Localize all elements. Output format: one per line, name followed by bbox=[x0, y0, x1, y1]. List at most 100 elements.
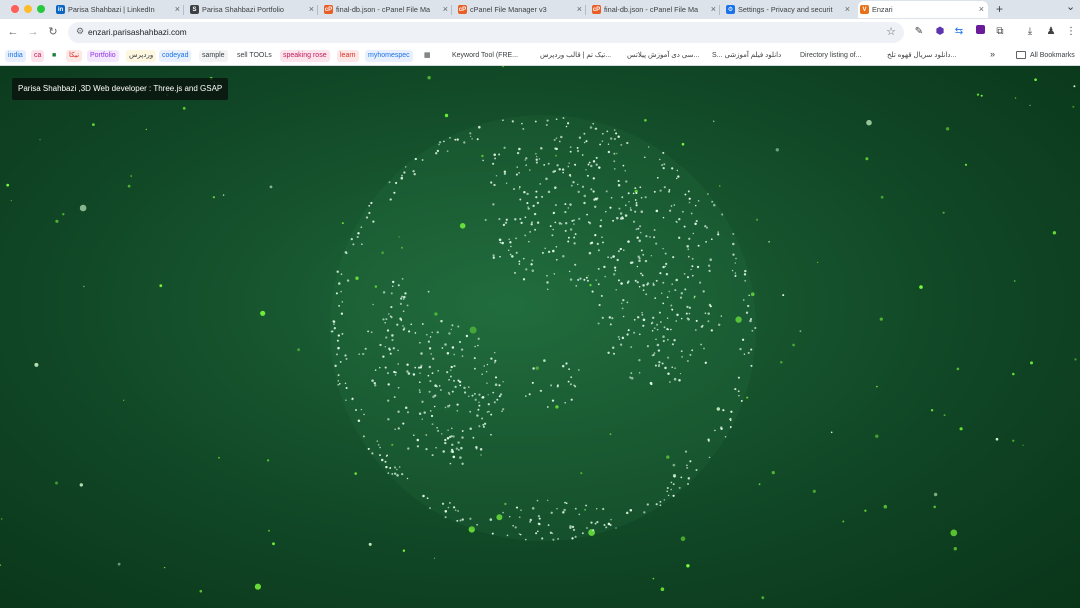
bookmark-item[interactable]: Keyword Tool (FRE... bbox=[449, 50, 521, 62]
bookmark-item[interactable]: Directory listing of... bbox=[797, 50, 864, 62]
tab-4[interactable]: cP cPanel File Manager v3 × bbox=[456, 1, 586, 18]
dark-extension-icon[interactable] bbox=[973, 25, 987, 39]
globe-point bbox=[365, 216, 369, 219]
menu-kebab-icon[interactable]: ⋮ bbox=[1064, 25, 1078, 39]
bookmark-item[interactable]: sample bbox=[199, 50, 228, 62]
bookmark-item[interactable]: سی دی آموزش پیلاتس... bbox=[624, 50, 702, 62]
link-extension-icon[interactable]: ⇆ bbox=[952, 25, 966, 39]
globe-point bbox=[532, 367, 535, 370]
back-button[interactable]: ← bbox=[6, 25, 20, 39]
extension-badge-icon[interactable]: ⬢ bbox=[933, 25, 947, 39]
globe-point bbox=[634, 199, 637, 201]
all-bookmarks-folder-icon[interactable] bbox=[1016, 51, 1026, 59]
globe-point bbox=[640, 272, 642, 275]
globe-point bbox=[385, 318, 388, 321]
tab-2[interactable]: S Parisa Shahbazi Portfolio × bbox=[188, 1, 318, 18]
bookmark-item[interactable]: تیک تم | قالب وردپرس... bbox=[537, 50, 614, 62]
globe-point bbox=[676, 169, 679, 172]
bookmark-item[interactable]: وردپرس bbox=[126, 50, 157, 62]
globe-point bbox=[617, 250, 620, 253]
tab-search-button[interactable]: ⌄ bbox=[1066, 0, 1075, 13]
globe-point bbox=[572, 528, 576, 532]
globe-point bbox=[376, 440, 379, 442]
tab-3[interactable]: cP final-db.json - cPanel File Ma × bbox=[322, 1, 452, 18]
globe-point bbox=[744, 269, 747, 273]
globe-point bbox=[400, 318, 403, 321]
globe-point bbox=[431, 372, 434, 374]
floating-particle bbox=[712, 120, 715, 123]
bookmark-item[interactable]: india bbox=[5, 50, 26, 62]
new-tab-button[interactable]: + bbox=[996, 2, 1003, 16]
tab-5[interactable]: cP final-db.json - cPanel File Ma × bbox=[590, 1, 720, 18]
bookmark-item[interactable]: نیکا bbox=[66, 50, 83, 62]
globe-point bbox=[651, 321, 654, 324]
globe-point bbox=[652, 354, 655, 356]
globe-point bbox=[403, 327, 406, 330]
bookmark-item[interactable]: S... دانلود فیلم آموزشی bbox=[709, 50, 784, 62]
tab-close-icon[interactable]: × bbox=[443, 4, 448, 14]
bookmark-item[interactable]: codeyad bbox=[159, 50, 192, 62]
pen-extension-icon[interactable]: ✎ bbox=[912, 25, 926, 39]
maximize-window-button[interactable] bbox=[37, 5, 45, 13]
bookmark-item[interactable]: ca bbox=[31, 50, 45, 62]
bookmark-item[interactable]: Portfolio bbox=[87, 50, 119, 62]
globe-point bbox=[611, 317, 614, 320]
bookmark-item[interactable]: دانلود سریال قهوه تلخ... bbox=[884, 50, 959, 62]
tab-close-icon[interactable]: × bbox=[175, 4, 180, 14]
globe-point bbox=[750, 348, 753, 351]
globe-point bbox=[360, 408, 363, 411]
tab-1[interactable]: in Parisa Shahbazi | LinkedIn × bbox=[54, 1, 184, 18]
bookmark-item[interactable]: sell TOOLs bbox=[234, 50, 275, 62]
tab-close-icon[interactable]: × bbox=[979, 4, 984, 14]
profile-icon[interactable]: ♟ bbox=[1044, 25, 1058, 39]
tab-close-icon[interactable]: × bbox=[711, 4, 716, 14]
bookmark-item[interactable]: speaking rose bbox=[280, 50, 330, 62]
globe-point bbox=[488, 410, 490, 413]
floating-particle bbox=[995, 437, 999, 441]
site-info-icon[interactable]: ⚙ bbox=[76, 26, 84, 37]
globe-point bbox=[425, 447, 428, 451]
globe-point bbox=[493, 153, 496, 157]
address-bar[interactable]: ⚙ enzari.parisashahbazi.com ☆ bbox=[68, 22, 904, 43]
extensions-puzzle-icon[interactable]: ⧉ bbox=[993, 25, 1007, 39]
globe-point bbox=[552, 538, 555, 541]
globe-point bbox=[531, 381, 534, 384]
globe-point bbox=[394, 374, 397, 376]
floating-particle bbox=[341, 222, 344, 225]
download-icon[interactable]: ⤓ bbox=[1023, 25, 1037, 39]
globe-point bbox=[636, 281, 639, 284]
globe-point bbox=[510, 245, 512, 248]
tab-7[interactable]: V Enzari × bbox=[858, 1, 988, 18]
close-window-button[interactable] bbox=[11, 5, 19, 13]
bookmark-item[interactable]: myhomespec bbox=[365, 50, 413, 62]
globe-point bbox=[636, 265, 639, 268]
bookmark-item[interactable]: learn bbox=[337, 50, 359, 62]
globe-point bbox=[671, 308, 673, 310]
tab-close-icon[interactable]: × bbox=[577, 4, 582, 14]
minimize-window-button[interactable] bbox=[24, 5, 32, 13]
tab-close-icon[interactable]: × bbox=[309, 4, 314, 14]
all-bookmarks-label[interactable]: All Bookmarks bbox=[1030, 50, 1075, 62]
tab-6[interactable]: ⚙ Settings - Privacy and securit × bbox=[724, 1, 854, 18]
bookmark-item[interactable]: ▦ bbox=[421, 50, 434, 62]
globe-point bbox=[689, 353, 692, 356]
globe-point bbox=[478, 393, 481, 396]
globe-point bbox=[646, 503, 649, 506]
reload-button[interactable]: ↻ bbox=[46, 25, 60, 39]
url-text[interactable]: enzari.parisashahbazi.com bbox=[88, 27, 187, 37]
globe-point bbox=[553, 138, 556, 141]
forward-button[interactable]: → bbox=[26, 25, 40, 39]
globe-point bbox=[569, 146, 572, 148]
tab-close-icon[interactable]: × bbox=[845, 4, 850, 14]
bookmarks-overflow-button[interactable]: » bbox=[990, 49, 995, 59]
globe-point bbox=[503, 170, 507, 173]
globe-point bbox=[621, 336, 625, 340]
globe-point bbox=[408, 330, 411, 333]
globe-point bbox=[577, 190, 580, 194]
bookmark-star-icon[interactable]: ☆ bbox=[886, 25, 896, 38]
globe-point bbox=[574, 507, 577, 510]
bookmark-item[interactable]: ■ bbox=[49, 50, 59, 62]
globe-point bbox=[426, 497, 429, 500]
globe-point bbox=[457, 325, 460, 328]
floating-particle bbox=[272, 542, 275, 546]
